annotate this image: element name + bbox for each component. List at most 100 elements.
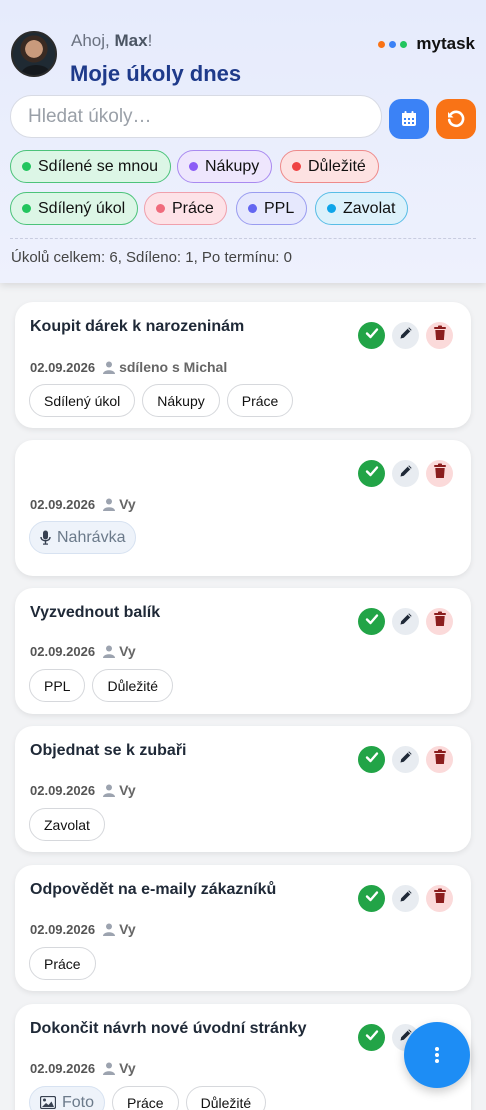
task-date: 02.09.2026	[30, 782, 96, 798]
task-meta: 02.09.2026 Vy	[30, 1060, 136, 1076]
user-icon	[103, 361, 116, 374]
user-icon	[103, 498, 116, 511]
attachment-label: Foto	[62, 1093, 95, 1110]
edit-button[interactable]	[392, 460, 419, 487]
user-icon	[103, 784, 116, 797]
complete-button[interactable]	[358, 460, 385, 487]
task-title: Dokončit návrh nové úvodní stránky	[30, 1020, 307, 1037]
task-card[interactable]: Vyzvednout balík 02.09.2026 Vy PPL Důležité	[15, 588, 471, 714]
edit-button[interactable]	[392, 608, 419, 635]
complete-button[interactable]	[358, 608, 385, 635]
task-actions	[358, 746, 453, 773]
more-vertical-icon	[435, 1047, 439, 1063]
search-input[interactable]	[10, 95, 382, 138]
pencil-icon	[398, 749, 414, 770]
user-icon	[103, 645, 116, 658]
edit-button[interactable]	[392, 746, 419, 773]
edit-button[interactable]	[392, 885, 419, 912]
filter-tag-label: Nákupy	[205, 157, 260, 175]
task-tags: Sdílený úkol Nákupy Práce	[29, 384, 294, 417]
task-card[interactable]: 02.09.2026 Vy Nahrávka	[15, 440, 471, 576]
tag-color-dot	[22, 162, 31, 171]
task-owner: Vy	[103, 782, 136, 798]
complete-button[interactable]	[358, 746, 385, 773]
delete-button[interactable]	[426, 746, 453, 773]
task-meta: 02.09.2026 Vy	[30, 496, 136, 512]
task-title: Objednat se k zubaři	[30, 742, 187, 759]
task-meta: 02.09.2026 Vy	[30, 643, 136, 659]
task-tag-chip[interactable]: Sdílený úkol	[29, 384, 136, 417]
task-owner: Vy	[103, 921, 136, 937]
check-icon	[364, 611, 380, 632]
filter-tag[interactable]: Práce	[144, 192, 227, 225]
task-tag-chip[interactable]: Práce	[226, 384, 294, 417]
edit-button[interactable]	[392, 322, 419, 349]
delete-button[interactable]	[426, 322, 453, 349]
trash-icon	[433, 749, 447, 770]
check-icon	[364, 1027, 380, 1048]
task-date: 02.09.2026	[30, 1060, 96, 1076]
task-tags: Foto Práce Důležité	[29, 1086, 267, 1110]
task-tag-chip[interactable]: Práce	[112, 1086, 179, 1110]
attachment-chip[interactable]: Foto	[29, 1086, 106, 1110]
check-icon	[364, 749, 380, 770]
delete-button[interactable]	[426, 885, 453, 912]
task-tag-chip[interactable]: Práce	[29, 947, 96, 980]
complete-button[interactable]	[358, 322, 385, 349]
task-title: Vyzvednout balík	[30, 604, 161, 621]
task-actions	[358, 460, 453, 487]
filter-tag-label: Sdílený úkol	[38, 199, 126, 217]
pencil-icon	[398, 325, 414, 346]
tag-color-dot	[327, 204, 336, 213]
tag-color-dot	[22, 204, 31, 213]
task-actions	[358, 885, 453, 912]
task-tags: Zavolat	[29, 808, 105, 841]
task-card[interactable]: Dokončit návrh nové úvodní stránky 02.09.…	[15, 1004, 471, 1110]
delete-button[interactable]	[426, 460, 453, 487]
pencil-icon	[398, 611, 414, 632]
task-tag-chip[interactable]: Důležité	[185, 1086, 267, 1110]
task-card[interactable]: Objednat se k zubaři 02.09.2026 Vy Zavolat	[15, 726, 471, 852]
task-owner-label: Vy	[119, 921, 136, 937]
task-owner: sdíleno s Michal	[103, 359, 227, 375]
filter-tag[interactable]: Důležité	[280, 150, 379, 183]
filter-tag[interactable]: PPL	[236, 192, 308, 225]
filter-tag[interactable]: Zavolat	[315, 192, 409, 225]
attachment-label: Nahrávka	[57, 528, 126, 546]
trash-icon	[433, 888, 447, 909]
filter-tag[interactable]: Nákupy	[177, 150, 273, 183]
avatar[interactable]	[11, 31, 57, 77]
reset-icon	[447, 110, 465, 128]
task-tag-chip[interactable]: PPL	[29, 669, 86, 702]
task-owner: Vy	[103, 1060, 136, 1076]
task-tag-chip[interactable]: Důležité	[92, 669, 174, 702]
task-tag-chip[interactable]: Zavolat	[29, 808, 105, 841]
divider	[10, 238, 476, 239]
tag-color-dot	[156, 204, 165, 213]
reset-button[interactable]	[436, 99, 476, 139]
calendar-button[interactable]	[389, 99, 429, 139]
task-owner-label: sdíleno s Michal	[119, 359, 228, 375]
task-card[interactable]: Koupit dárek k narozeninám 02.09.2026 sdíl…	[15, 302, 471, 428]
delete-button[interactable]	[426, 608, 453, 635]
task-owner: Vy	[103, 496, 136, 512]
task-tags: PPL Důležité	[29, 669, 174, 702]
image-icon	[40, 1096, 56, 1109]
task-summary: Úkolů celkem: 6, Sdíleno: 1, Po termínu:…	[11, 249, 292, 266]
trash-icon	[433, 325, 447, 346]
filter-tag[interactable]: Sdílený úkol	[10, 192, 139, 225]
more-actions-button[interactable]	[404, 1022, 470, 1088]
task-date: 02.09.2026	[30, 359, 96, 375]
attachment-chip[interactable]: Nahrávka	[29, 521, 137, 554]
task-tag-chip[interactable]: Nákupy	[142, 384, 220, 417]
page-title: Moje úkoly dnes	[70, 61, 242, 86]
complete-button[interactable]	[358, 1024, 385, 1051]
calendar-icon	[402, 111, 416, 126]
trash-icon	[433, 463, 447, 484]
check-icon	[364, 325, 380, 346]
brand-logo: mytask	[378, 34, 475, 54]
filter-tag[interactable]: Sdílené se mnou	[10, 150, 172, 183]
task-card[interactable]: Odpovědět na e-maily zákazníků 02.09.2026…	[15, 865, 471, 991]
task-owner-label: Vy	[119, 496, 136, 512]
complete-button[interactable]	[358, 885, 385, 912]
